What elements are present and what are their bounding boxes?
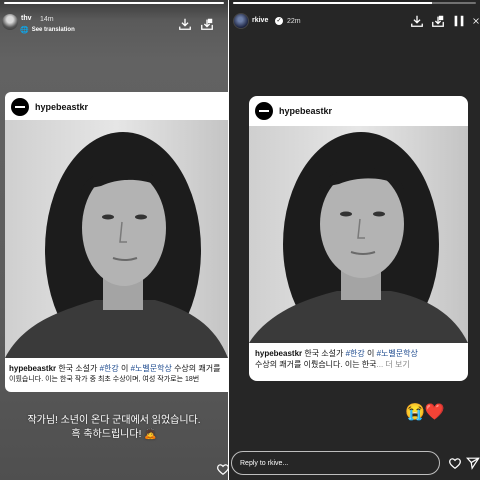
hashtag-nobel-right[interactable]: #노벨문학상 bbox=[377, 349, 418, 358]
post-caption-left: hypebeastkr 한국 소설가 #한강 이 #노벨문학상 수상의 쾌거를 … bbox=[9, 363, 228, 385]
story-time-left: 14m bbox=[40, 16, 54, 23]
heart-icon[interactable] bbox=[216, 462, 228, 476]
caption-line2-right: 수상의 쾌거를 이뤘습니다. 이는 한국... 더 보기 bbox=[255, 359, 465, 370]
avatar-rkive[interactable] bbox=[233, 13, 249, 29]
post-account-name-right[interactable]: hypebeastkr bbox=[279, 106, 332, 116]
story-text-line2: 흑 축하드립니다! 🙇 bbox=[71, 429, 157, 440]
see-more-link[interactable]: ... 더 보기 bbox=[377, 360, 410, 369]
reply-input[interactable]: Reply to rkive... bbox=[231, 451, 440, 475]
caption-text-left-3: 수상의 쾌거를 bbox=[171, 364, 221, 373]
download-icon[interactable] bbox=[178, 17, 192, 31]
post-header-left: hypebeastkr bbox=[5, 92, 228, 122]
see-translation-label: See translation bbox=[31, 27, 75, 33]
close-icon[interactable] bbox=[472, 14, 480, 28]
post-caption-right: hypebeastkr 한국 소설가 #한강 이 #노벨문학상 수상의 쾌거를 … bbox=[255, 348, 465, 370]
caption-text-right-2: 이 bbox=[364, 349, 377, 358]
hypebeastkr-logo bbox=[11, 98, 29, 116]
share-icon[interactable] bbox=[200, 17, 214, 31]
story-username-left[interactable]: thv bbox=[21, 15, 32, 22]
shared-post-card-left[interactable]: hypebeastkr hypebeastkr 한국 소설가 #한강 이 #노벨… bbox=[5, 92, 228, 392]
story-username-right[interactable]: rkive bbox=[252, 17, 268, 24]
pause-icon[interactable] bbox=[452, 14, 466, 28]
post-header-right: hypebeastkr bbox=[249, 96, 468, 126]
hypebeastkr-logo bbox=[255, 102, 273, 120]
globe-icon: 🌐 bbox=[20, 27, 29, 34]
caption-text-left-1: 한국 소설가 bbox=[56, 364, 100, 373]
heart-icon[interactable] bbox=[448, 456, 462, 470]
download-icon[interactable] bbox=[410, 14, 424, 28]
reply-placeholder: Reply to rkive... bbox=[240, 459, 289, 467]
shared-post-card-right[interactable]: hypebeastkr hypebeastkr 한국 소설가 #한강 이 #노벨… bbox=[249, 96, 468, 381]
share-icon[interactable] bbox=[431, 14, 445, 28]
portrait-photo-right bbox=[249, 126, 468, 343]
verified-badge-icon: ✓ bbox=[275, 17, 283, 25]
avatar-thv[interactable] bbox=[2, 14, 18, 30]
hashtag-nobel-left[interactable]: #노벨문학상 bbox=[131, 364, 172, 373]
see-translation-button[interactable]: 🌐 See translation bbox=[20, 26, 75, 34]
post-account-name-left[interactable]: hypebeastkr bbox=[35, 102, 88, 112]
story-text-line1: 작가님! 소년이 온다 군대에서 읽었습니다. bbox=[27, 415, 201, 426]
emoji-sticker: 😭❤️ bbox=[405, 404, 445, 421]
portrait-photo-left bbox=[5, 120, 228, 358]
caption-text-right-1: 한국 소설가 bbox=[302, 349, 346, 358]
story-time-right: 22m bbox=[287, 18, 301, 25]
caption-text-left-2: 이 bbox=[118, 364, 131, 373]
story-progress-bar-left bbox=[4, 2, 224, 4]
caption-username-right[interactable]: hypebeastkr bbox=[255, 349, 302, 358]
hashtag-hangang-right[interactable]: #한강 bbox=[346, 349, 365, 358]
story-progress-bar-right bbox=[233, 2, 476, 4]
hashtag-hangang-left[interactable]: #한강 bbox=[100, 364, 119, 373]
send-icon[interactable] bbox=[465, 456, 480, 470]
left-story-panel: thv 14m 🌐 See translation hypebeastkr hy… bbox=[0, 0, 228, 480]
caption-line2-left: 이뤘습니다. 이는 한국 작가 중 최초 수상이며, 여성 작가로는 18번 bbox=[9, 376, 200, 383]
caption-username-left[interactable]: hypebeastkr bbox=[9, 364, 56, 373]
caption-line2-text-right: 수상의 쾌거를 이뤘습니다. 이는 한국 bbox=[255, 360, 377, 369]
